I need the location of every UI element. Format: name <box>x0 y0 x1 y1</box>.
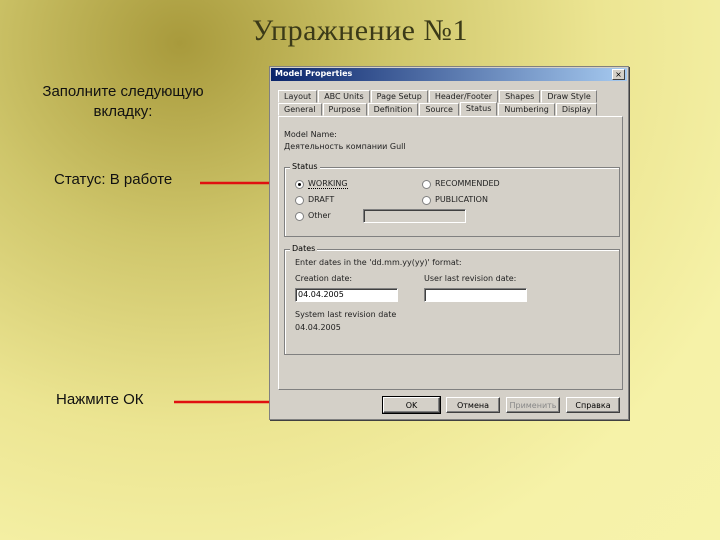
tab-definition[interactable]: Definition <box>367 103 419 116</box>
cancel-button[interactable]: Отмена <box>446 397 500 413</box>
model-name-label: Model Name: <box>284 130 337 139</box>
tab-numbering[interactable]: Numbering <box>498 103 555 116</box>
publication-radio[interactable] <box>422 196 431 205</box>
draft-radio[interactable] <box>295 196 304 205</box>
status-tab-panel: Model Name: Деятельность компании Gull S… <box>278 116 623 390</box>
creation-date-label: Creation date: <box>295 274 353 283</box>
close-icon[interactable]: × <box>612 69 625 80</box>
working-label[interactable]: WORKING <box>308 179 348 189</box>
revision-date-label: User last revision date: <box>424 274 517 283</box>
apply-button[interactable]: Применить <box>506 397 560 413</box>
status-group: Status WORKING DRAFT Other RECOMMENDED P… <box>284 162 620 237</box>
dates-group: Dates Enter dates in the 'dd.mm.yy(yy)' … <box>284 244 620 355</box>
model-properties-dialog: Model Properties × Layout ABC Units Page… <box>269 66 629 420</box>
working-radio[interactable] <box>295 180 304 189</box>
creation-date-input[interactable]: 04.04.2005 <box>295 288 398 302</box>
system-revision-value: 04.04.2005 <box>295 323 341 332</box>
tab-page-setup[interactable]: Page Setup <box>370 90 428 103</box>
dialog-titlebar: Model Properties × <box>271 68 627 81</box>
help-button[interactable]: Справка <box>566 397 620 413</box>
tab-shapes[interactable]: Shapes <box>499 90 541 103</box>
model-name-value: Деятельность компании Gull <box>284 142 406 151</box>
draft-label[interactable]: DRAFT <box>308 195 334 204</box>
tab-purpose[interactable]: Purpose <box>322 103 367 116</box>
system-revision-label: System last revision date <box>295 310 397 319</box>
status-group-title: Status <box>290 162 320 171</box>
revision-date-input[interactable] <box>424 288 527 302</box>
other-label[interactable]: Other <box>308 211 331 220</box>
tab-status[interactable]: Status <box>459 102 498 116</box>
tabs-row-1: Layout ABC Units Page Setup Header/Foote… <box>278 90 598 103</box>
recommended-radio[interactable] <box>422 180 431 189</box>
tab-layout[interactable]: Layout <box>278 90 318 103</box>
tab-draw-style[interactable]: Draw Style <box>541 90 597 103</box>
tab-display[interactable]: Display <box>555 103 598 116</box>
ok-button[interactable]: OK <box>382 396 441 414</box>
publication-label[interactable]: PUBLICATION <box>435 195 488 204</box>
tab-source[interactable]: Source <box>419 103 459 116</box>
dates-group-title: Dates <box>290 244 318 253</box>
tabs-row-2: General Purpose Definition Source Status… <box>278 102 598 116</box>
other-radio[interactable] <box>295 212 304 221</box>
recommended-label[interactable]: RECOMMENDED <box>435 179 500 188</box>
tab-abc-units[interactable]: ABC Units <box>318 90 370 103</box>
dialog-title: Model Properties <box>275 69 353 78</box>
dates-format-hint: Enter dates in the 'dd.mm.yy(yy)' format… <box>295 258 462 267</box>
tab-general[interactable]: General <box>278 103 322 116</box>
other-status-input[interactable] <box>363 209 466 223</box>
